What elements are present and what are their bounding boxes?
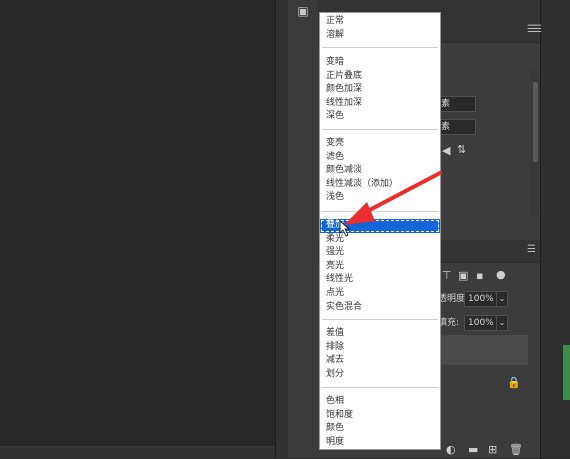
- menu-separator: [322, 319, 438, 320]
- blend-option-linear-dodge[interactable]: 线性减淡（添加）: [320, 178, 440, 192]
- blend-option-exclusion[interactable]: 排除: [320, 341, 440, 355]
- blend-option-linear-burn[interactable]: 线性加深: [320, 97, 440, 111]
- lock-all-icon[interactable]: ●: [496, 269, 506, 281]
- adjustment-layer-icon[interactable]: ◐: [446, 444, 456, 456]
- properties-scrollbar[interactable]: [531, 70, 540, 215]
- fill-input[interactable]: 100%: [464, 315, 498, 331]
- blend-option-dissolve[interactable]: 溶解: [320, 29, 440, 43]
- blend-group-lighten: 变亮 滤色 颜色减淡 线性减淡（添加） 浅色: [320, 137, 440, 205]
- blend-option-screen[interactable]: 滤色: [320, 151, 440, 165]
- menu-separator: [322, 47, 438, 48]
- document-canvas[interactable]: [0, 0, 275, 446]
- blend-option-darker-color[interactable]: 深色: [320, 110, 440, 124]
- fill-label: 填充:: [438, 318, 460, 328]
- blend-option-hard-mix[interactable]: 实色混合: [320, 301, 440, 315]
- blend-option-linear-light[interactable]: 线性光: [320, 273, 440, 287]
- blend-option-soft-light[interactable]: 柔光: [320, 233, 440, 247]
- blend-option-divide[interactable]: 划分: [320, 368, 440, 382]
- trash-icon[interactable]: 🗑: [509, 444, 523, 456]
- blend-group-hue: 色相 饱和度 颜色 明度: [320, 395, 440, 449]
- scrollbar-thumb[interactable]: [533, 82, 538, 162]
- blend-option-color-dodge[interactable]: 颜色减淡: [320, 164, 440, 178]
- blend-option-color-burn[interactable]: 颜色加深: [320, 83, 440, 97]
- blend-option-pin-light[interactable]: 点光: [320, 287, 440, 301]
- layer-row[interactable]: [428, 335, 528, 365]
- menu-separator: [322, 129, 438, 130]
- blend-option-lighter-color[interactable]: 浅色: [320, 191, 440, 205]
- lock-position-icon[interactable]: ⊤: [442, 270, 452, 282]
- fill-dropdown[interactable]: ⌄: [496, 315, 508, 331]
- opacity-dropdown[interactable]: ⌄: [496, 291, 508, 307]
- blend-option-subtract[interactable]: 减去: [320, 354, 440, 368]
- blend-group-difference: 差值 排除 减去 划分: [320, 327, 440, 381]
- new-group-icon[interactable]: ▬: [468, 444, 478, 456]
- blend-group-overlay: 叠加 柔光 强光 亮光 线性光 点光 实色混合: [320, 219, 440, 314]
- align-center-icon[interactable]: ⇅: [457, 144, 466, 156]
- panel-menu-icon-2[interactable]: ☰: [533, 24, 567, 36]
- blend-option-multiply[interactable]: 正片叠底: [320, 70, 440, 84]
- canvas-status-bar: [0, 446, 275, 459]
- blend-option-hue[interactable]: 色相: [320, 395, 440, 409]
- new-layer-icon[interactable]: ⊞: [488, 444, 497, 456]
- blend-group-darken: 变暗 正片叠底 颜色加深 线性加深 深色: [320, 56, 440, 124]
- blend-option-overlay[interactable]: 叠加: [320, 219, 440, 233]
- color-indicator: [563, 345, 570, 400]
- opacity-input[interactable]: 100%: [464, 291, 498, 307]
- blend-option-difference[interactable]: 差值: [320, 327, 440, 341]
- lock-icon: 🔒: [507, 376, 521, 389]
- blend-option-hard-light[interactable]: 强光: [320, 246, 440, 260]
- menu-separator: [322, 211, 438, 212]
- blend-option-saturation[interactable]: 饱和度: [320, 409, 440, 423]
- panel-divider[interactable]: [275, 0, 289, 458]
- panel-icon-strip: ▣: [288, 0, 319, 458]
- blend-option-darken[interactable]: 变暗: [320, 56, 440, 70]
- layers-menu-icon[interactable]: ☰: [527, 244, 536, 256]
- blend-group-normal: 正常 溶解: [320, 15, 440, 42]
- fill-value: 100%: [468, 318, 494, 328]
- triangle-left-icon[interactable]: ◀: [442, 145, 450, 157]
- lock-pixels-icon[interactable]: ▪: [476, 270, 483, 282]
- blend-mode-menu: 正常 溶解 变暗 正片叠底 颜色加深 线性加深 深色 变亮 滤色 颜色减淡 线性…: [319, 12, 441, 450]
- blend-option-lighten[interactable]: 变亮: [320, 137, 440, 151]
- blend-option-normal[interactable]: 正常: [320, 15, 440, 29]
- blend-option-luminosity[interactable]: 明度: [320, 436, 440, 450]
- document-icon[interactable]: ▣: [296, 4, 310, 18]
- blend-option-vivid-light[interactable]: 亮光: [320, 260, 440, 274]
- blend-option-color[interactable]: 颜色: [320, 422, 440, 436]
- menu-separator: [322, 387, 438, 388]
- artboard-icon[interactable]: ▣: [458, 270, 468, 282]
- opacity-value: 100%: [468, 294, 494, 304]
